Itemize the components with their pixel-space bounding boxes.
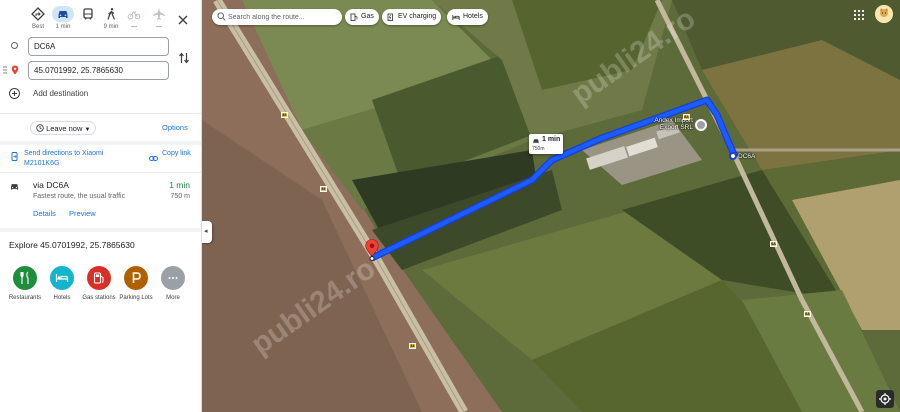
explore-title: Explore 45.0701992, 25.7865630 bbox=[9, 240, 135, 250]
category-label: Hotels bbox=[53, 295, 71, 301]
details-button[interactable]: Details bbox=[33, 209, 56, 218]
car-icon bbox=[52, 6, 74, 22]
ev-charging-icon bbox=[387, 13, 393, 21]
my-location-button[interactable] bbox=[876, 390, 894, 408]
mode-driving-label: 1 min bbox=[55, 24, 71, 30]
chip-gas-label: Gas bbox=[361, 13, 374, 20]
mode-flight[interactable]: — bbox=[147, 6, 171, 34]
mode-cycling-label: — bbox=[131, 24, 137, 30]
section-divider bbox=[0, 141, 201, 145]
category-hotels[interactable]: Hotels bbox=[42, 266, 82, 302]
chip-ev-label: EV charging bbox=[398, 13, 437, 20]
road-badge: 6A bbox=[683, 114, 690, 120]
road-badge: 84 bbox=[281, 112, 288, 118]
clock-icon bbox=[36, 124, 44, 132]
directions-panel: Best 1 min 9 min — — DC6A 45.0701992, 25… bbox=[0, 0, 202, 412]
car-icon bbox=[533, 139, 539, 144]
diamond-turn-icon bbox=[27, 6, 49, 22]
origin-dot-icon bbox=[11, 42, 18, 49]
category-gas-stations[interactable]: Gas stations bbox=[79, 266, 119, 302]
link-icon bbox=[149, 154, 158, 163]
place-marker-icon[interactable] bbox=[695, 119, 707, 131]
bike-icon bbox=[123, 6, 145, 22]
category-restaurants[interactable]: Restaurants bbox=[5, 266, 45, 302]
chevron-left-icon: ◂ bbox=[204, 228, 208, 235]
category-label: More bbox=[166, 295, 180, 301]
category-label: Restaurants bbox=[8, 295, 42, 301]
search-input[interactable] bbox=[228, 11, 338, 23]
mode-walking[interactable]: 9 min bbox=[99, 6, 123, 34]
send-directions-link[interactable]: Send directions to Xiaomi M2101K6G bbox=[24, 149, 136, 169]
account-avatar[interactable] bbox=[875, 5, 893, 23]
parking-icon bbox=[124, 266, 148, 290]
mode-transit[interactable] bbox=[76, 6, 100, 34]
leave-now-label: Leave now bbox=[46, 124, 83, 133]
divider bbox=[0, 113, 201, 114]
mode-best-label: Best bbox=[31, 24, 44, 30]
road-badge: 84 bbox=[320, 186, 327, 192]
walk-icon bbox=[100, 6, 122, 22]
destination-marker-icon[interactable] bbox=[365, 239, 379, 261]
bed-icon bbox=[50, 266, 74, 290]
caret-down-icon: ▼ bbox=[84, 127, 91, 133]
destination-input[interactable]: 45.0701992, 25.7865630 bbox=[28, 61, 169, 80]
bubble-distance: 750m bbox=[532, 146, 545, 152]
search-icon bbox=[217, 12, 226, 21]
chip-gas[interactable]: Gas bbox=[345, 9, 379, 25]
map-canvas[interactable]: publi24.ro publi24.ro Andex Import Expor… bbox=[202, 0, 900, 412]
chip-hotels[interactable]: Hotels bbox=[447, 9, 488, 25]
options-button[interactable]: Options bbox=[162, 123, 188, 132]
divider bbox=[0, 172, 201, 173]
route-distance: 750 m bbox=[170, 193, 190, 200]
route-time: 1 min bbox=[169, 180, 190, 190]
plane-icon bbox=[148, 6, 170, 22]
road-label: DC6A bbox=[738, 153, 756, 160]
bed-icon bbox=[452, 15, 460, 20]
chip-ev-charging[interactable]: EV charging bbox=[382, 9, 442, 25]
origin-marker-icon bbox=[729, 152, 737, 160]
destination-pin-icon bbox=[11, 65, 19, 75]
origin-input[interactable]: DC6A bbox=[28, 37, 169, 56]
road-badge: 6A bbox=[804, 311, 811, 317]
search-along-route[interactable] bbox=[212, 9, 342, 25]
mode-best[interactable]: Best bbox=[26, 6, 50, 34]
apps-grid-icon[interactable] bbox=[853, 9, 865, 21]
route-time-bubble[interactable]: 1 min 750m bbox=[529, 134, 563, 154]
copy-link-button[interactable]: Copy link bbox=[162, 149, 194, 159]
mode-cycling[interactable]: — bbox=[122, 6, 146, 34]
more-dots-icon bbox=[161, 266, 185, 290]
phone-send-icon bbox=[10, 152, 19, 161]
drag-handle-icon[interactable] bbox=[3, 66, 7, 74]
route-via: via DC6A bbox=[33, 180, 69, 190]
category-more[interactable]: More bbox=[153, 266, 193, 302]
route-description: Fastest route, the usual traffic bbox=[33, 193, 126, 200]
mode-flight-label: — bbox=[156, 24, 162, 30]
gas-pump-icon bbox=[87, 266, 111, 290]
category-parking-lots[interactable]: Parking Lots bbox=[116, 266, 156, 302]
bubble-time: 1 min bbox=[542, 136, 561, 143]
preview-button[interactable]: Preview bbox=[69, 209, 96, 218]
leave-now-dropdown[interactable]: Leave now ▼ bbox=[30, 121, 97, 135]
category-label: Parking Lots bbox=[119, 295, 153, 301]
close-icon[interactable] bbox=[176, 13, 190, 27]
gas-pump-icon bbox=[350, 13, 358, 21]
swap-icon[interactable] bbox=[178, 51, 190, 65]
category-label: Gas stations bbox=[82, 295, 116, 301]
satellite-map bbox=[202, 0, 900, 412]
car-icon bbox=[9, 181, 20, 192]
travel-mode-bar: Best 1 min 9 min — — bbox=[0, 6, 201, 34]
add-circle-icon bbox=[9, 88, 20, 99]
section-divider bbox=[0, 228, 201, 232]
bus-icon bbox=[77, 6, 99, 22]
add-destination-button[interactable]: Add destination bbox=[9, 88, 179, 102]
road-badge: 84 bbox=[409, 343, 416, 349]
crosshair-icon bbox=[879, 393, 891, 405]
collapse-panel-button[interactable]: ◂ bbox=[202, 221, 212, 243]
chip-hotels-label: Hotels bbox=[463, 13, 483, 20]
add-destination-label: Add destination bbox=[33, 89, 89, 98]
mode-walking-label: 9 min bbox=[103, 24, 119, 30]
road-badge: 6A bbox=[770, 241, 777, 247]
mode-driving[interactable]: 1 min bbox=[51, 6, 75, 34]
fork-knife-icon bbox=[13, 266, 37, 290]
